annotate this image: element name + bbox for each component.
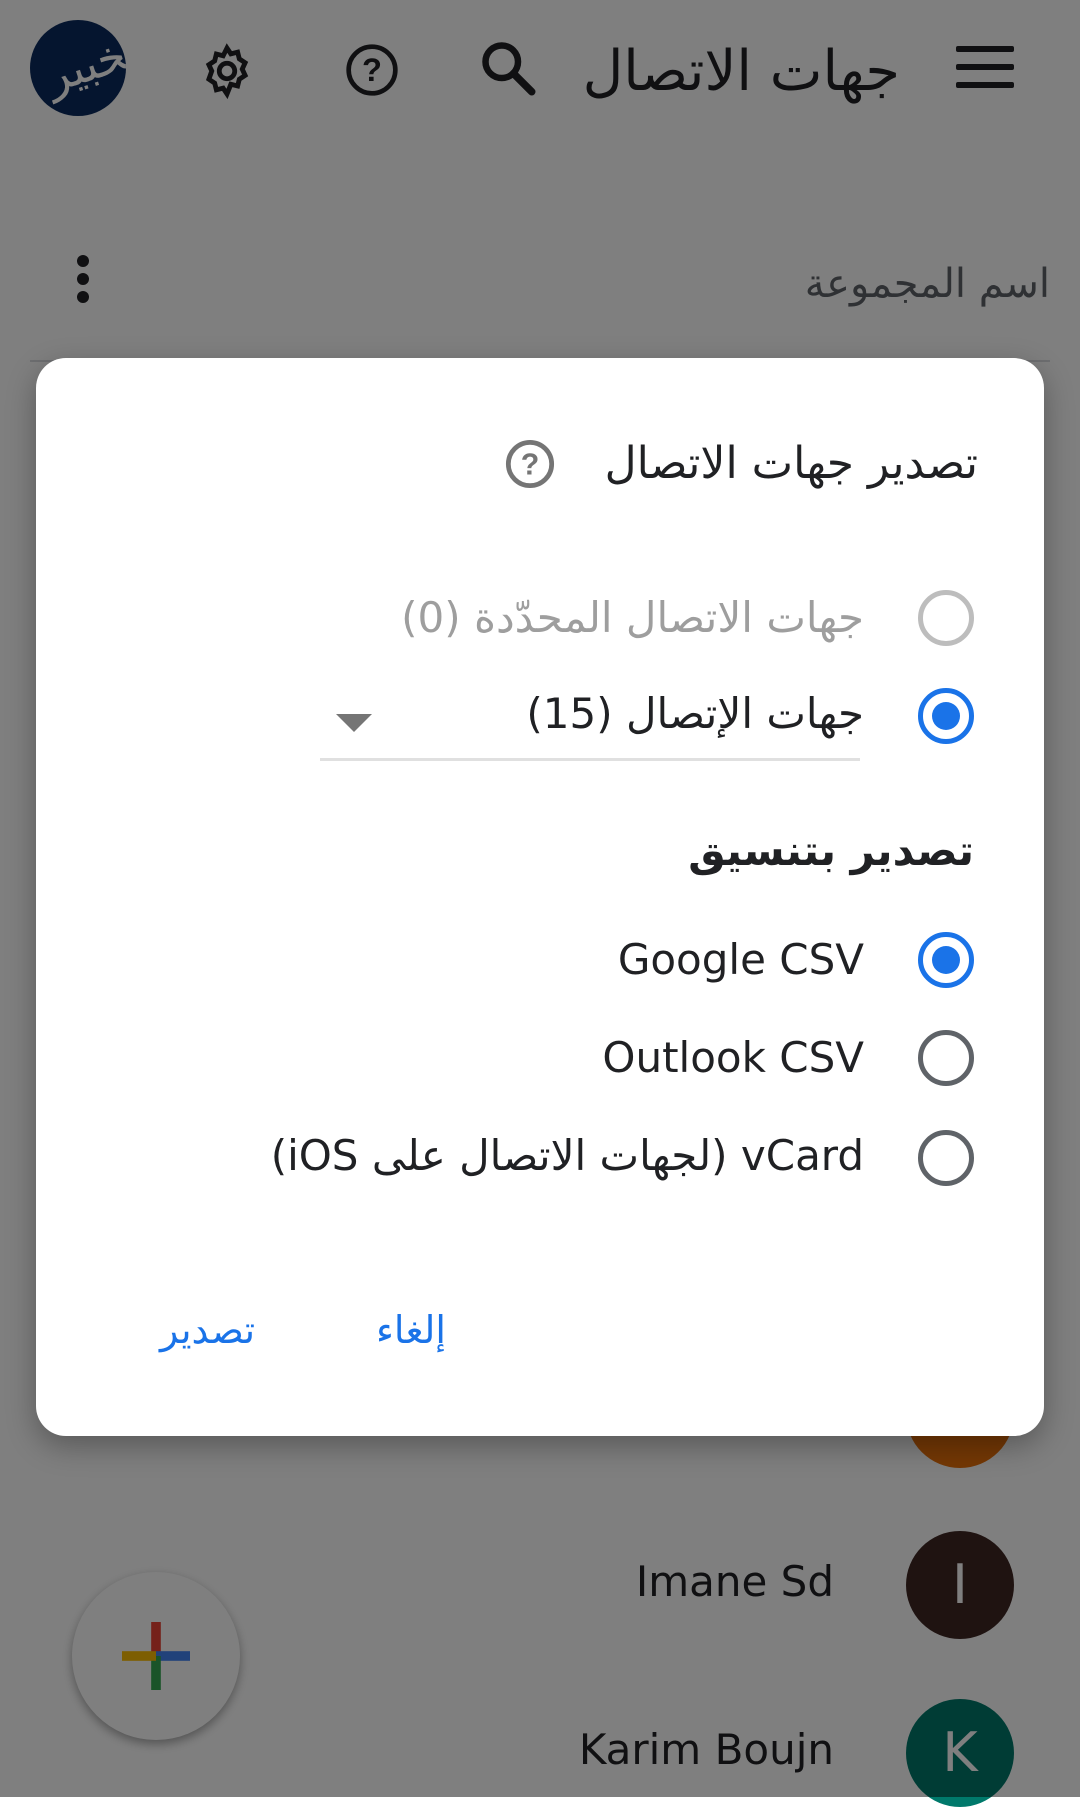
dialog-help-icon[interactable]: ? (504, 438, 556, 490)
selected-contacts-label: جهات الاتصال المحدّدة (0) (401, 593, 864, 642)
radio-outlook-csv[interactable] (918, 1030, 974, 1086)
dialog-title: تصدير جهات الاتصال (604, 438, 978, 489)
google-csv-label: Google CSV (617, 935, 864, 984)
radio-all-contacts[interactable] (918, 688, 974, 744)
radio-google-csv[interactable] (918, 932, 974, 988)
radio-selected-contacts (918, 590, 974, 646)
dropdown-arrow-icon[interactable] (336, 714, 372, 732)
cancel-button[interactable]: إلغاء (376, 1308, 446, 1352)
export-button[interactable]: تصدير (160, 1308, 255, 1352)
contacts-screen: جهات الاتصال ? الخبير (0, 0, 1080, 1807)
contacts-select-underline (320, 758, 860, 761)
all-contacts-label: جهات الإتصال (15) (526, 689, 864, 738)
outlook-csv-label: Outlook CSV (602, 1033, 864, 1082)
svg-text:?: ? (521, 448, 540, 481)
vcard-label: vCard (لجهات الاتصال على iOS) (270, 1131, 864, 1180)
radio-vcard[interactable] (918, 1130, 974, 1186)
format-section-title: تصدير بتنسيق (688, 826, 974, 875)
export-contacts-dialog: تصدير جهات الاتصال ? جهات الاتصال المحدّ… (36, 358, 1044, 1436)
